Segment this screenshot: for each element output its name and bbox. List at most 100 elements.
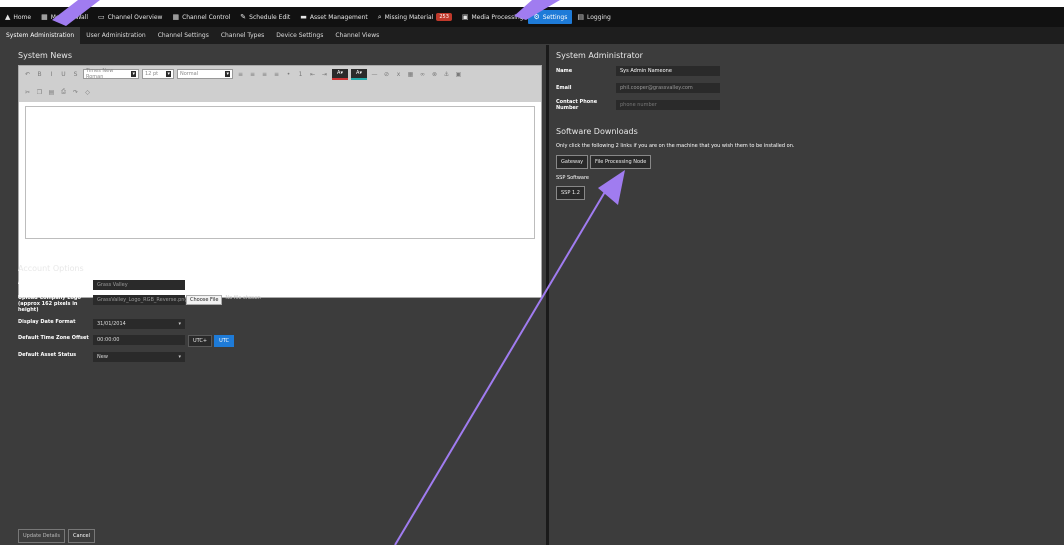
admin-email-row: Email phil.cooper@grassvalley.com [556, 83, 720, 93]
cancel-button[interactable]: Cancel [68, 529, 95, 543]
tab-system-administration[interactable]: System Administration [0, 27, 81, 44]
numbered-list-icon[interactable]: 1 [296, 70, 305, 79]
account-name-row: Account Full Name Grass Valley [18, 280, 185, 290]
date-format-value: 31/01/2014 [97, 321, 126, 327]
editor-toolbar: ↶ B I U S Times New Roman ▾ 12 pt ▾ Normal… [19, 66, 541, 102]
folder-icon: ▬ [300, 13, 307, 21]
company-logo-label: Upload Company Logo (approx 162 pixels i… [18, 295, 81, 313]
nav-schedule-edit[interactable]: ✎ Schedule Edit [235, 7, 295, 27]
admin-email-value: phil.cooper@grassvalley.com [616, 83, 720, 93]
horizontal-rule-icon[interactable]: — [370, 70, 379, 79]
highlight-color-label: A [356, 70, 360, 76]
search-icon: ⌕ [377, 12, 382, 21]
admin-name-row: Name Sys Admin Nameone [556, 66, 720, 76]
paste-icon[interactable]: ▤ [47, 88, 56, 97]
nav-settings[interactable]: ⚙ Settings [528, 10, 573, 24]
tab-channel-types[interactable]: Channel Types [215, 27, 270, 44]
subscript-icon[interactable]: x [394, 70, 403, 79]
align-center-icon[interactable]: ≡ [248, 70, 257, 79]
copy-icon[interactable]: ❐ [35, 88, 44, 97]
edit-icon: ✎ [240, 13, 247, 21]
nav-channel-overview[interactable]: ▭ Channel Overview [93, 7, 167, 27]
form-actions: Update Details Cancel [18, 529, 95, 543]
format-select[interactable]: Normal ▾ [177, 69, 233, 79]
missing-count-badge: 253 [436, 13, 452, 21]
tab-channel-views[interactable]: Channel Views [329, 27, 385, 44]
unlink-icon[interactable]: ⊗ [430, 70, 439, 79]
asset-status-label: Default Asset Status [18, 352, 77, 358]
link-icon[interactable]: ∞ [418, 70, 427, 79]
date-format-row: Display Date Format 31/01/2014 ▾ [18, 319, 185, 329]
indent-icon[interactable]: ⇥ [320, 70, 329, 79]
print-icon[interactable]: ⎙ [59, 88, 68, 97]
source-code-icon[interactable]: ◇ [83, 88, 92, 97]
italic-icon[interactable]: I [47, 70, 56, 79]
chevron-down-icon: ▾ [225, 71, 230, 77]
gateway-download-button[interactable]: Gateway [556, 155, 589, 169]
remove-format-icon[interactable]: ⊘ [382, 70, 391, 79]
screen-icon: ▭ [98, 13, 105, 21]
redo-icon[interactable]: ↷ [71, 88, 80, 97]
right-panel: System Administrator Name Sys Admin Name… [549, 45, 1064, 545]
account-name-input[interactable]: Grass Valley [93, 280, 185, 290]
update-details-button[interactable]: Update Details [18, 529, 66, 543]
nav-label: Channel Overview [107, 13, 163, 21]
timezone-input[interactable]: 00:00:00 [93, 335, 185, 345]
font-family-select[interactable]: Times New Roman ▾ [83, 68, 139, 80]
tab-device-settings[interactable]: Device Settings [270, 27, 329, 44]
nav-home[interactable]: ▲ Home [0, 7, 36, 27]
toolbar-row-1: ↶ B I U S Times New Roman ▾ 12 pt ▾ Normal… [23, 68, 463, 80]
asset-status-select[interactable]: New ▾ [93, 352, 185, 362]
nav-media-processing[interactable]: ▣ Media Processing [457, 7, 529, 27]
nav-label: Asset Management [309, 13, 368, 21]
timezone-row: Default Time Zone Offset 00:00:00 UTC+ U… [18, 335, 235, 347]
choose-file-button[interactable]: Choose File [186, 295, 223, 305]
justify-icon[interactable]: ≡ [272, 70, 281, 79]
underline-icon[interactable]: U [59, 70, 68, 79]
font-size-value: 12 pt [145, 71, 159, 77]
nav-monitor-wall[interactable]: ▦ Monitor Wall [36, 7, 93, 27]
highlight-color-button[interactable]: A ▾ [351, 68, 367, 80]
admin-email-label: Email [556, 85, 572, 91]
date-format-select[interactable]: 31/01/2014 ▾ [93, 319, 185, 329]
font-size-select[interactable]: 12 pt ▾ [142, 69, 174, 79]
tab-channel-settings[interactable]: Channel Settings [152, 27, 215, 44]
align-right-icon[interactable]: ≡ [260, 70, 269, 79]
company-logo-filename: GrassValley_Logo_RGB_Reverse.png [93, 295, 188, 305]
system-news-editor: ↶ B I U S Times New Roman ▾ 12 pt ▾ Normal… [18, 65, 542, 298]
nav-label: Media Processing [471, 13, 524, 21]
date-format-label: Display Date Format [18, 319, 76, 325]
nav-missing-material[interactable]: ⌕ Missing Material 253 [373, 7, 457, 27]
grid-icon: ▦ [41, 13, 48, 21]
account-options-title: Account Options [18, 264, 84, 273]
bullet-list-icon[interactable]: • [284, 70, 293, 79]
bold-icon[interactable]: B [35, 70, 44, 79]
ssp-download-button[interactable]: SSP 1.2 [556, 186, 585, 200]
nav-logging[interactable]: ▤ Logging [572, 7, 615, 27]
anchor-icon[interactable]: ⚓ [442, 70, 451, 79]
nav-label: Home [13, 13, 32, 21]
nav-label: Settings [542, 13, 568, 21]
grid-icon: ▦ [172, 13, 180, 21]
nav-channel-control[interactable]: ▦ Channel Control [167, 7, 235, 27]
news-content-area[interactable] [25, 106, 535, 239]
table-icon[interactable]: ▦ [406, 70, 415, 79]
nav-label: Logging [586, 13, 611, 21]
admin-name-value: Sys Admin Nameone [616, 66, 720, 76]
align-left-icon[interactable]: ≡ [236, 70, 245, 79]
tab-user-administration[interactable]: User Administration [80, 27, 152, 44]
browser-top-strip [0, 0, 1064, 7]
admin-phone-value: phone number [616, 100, 720, 110]
file-processing-node-button[interactable]: File Processing Node [590, 155, 652, 169]
nav-asset-management[interactable]: ▬ Asset Management [295, 7, 372, 27]
utc-plus-button[interactable]: UTC+ [188, 335, 213, 347]
image-icon[interactable]: ▣ [454, 70, 463, 79]
left-panel: System News ↶ B I U S Times New Roman ▾ 1… [12, 45, 545, 545]
outdent-icon[interactable]: ⇤ [308, 70, 317, 79]
undo-icon[interactable]: ↶ [23, 70, 32, 79]
text-color-button[interactable]: A ▾ [332, 68, 348, 80]
chevron-down-icon: ▾ [166, 71, 171, 77]
strikethrough-icon[interactable]: S [71, 70, 80, 79]
utc-button[interactable]: UTC [214, 335, 235, 347]
cut-icon[interactable]: ✂ [23, 88, 32, 97]
